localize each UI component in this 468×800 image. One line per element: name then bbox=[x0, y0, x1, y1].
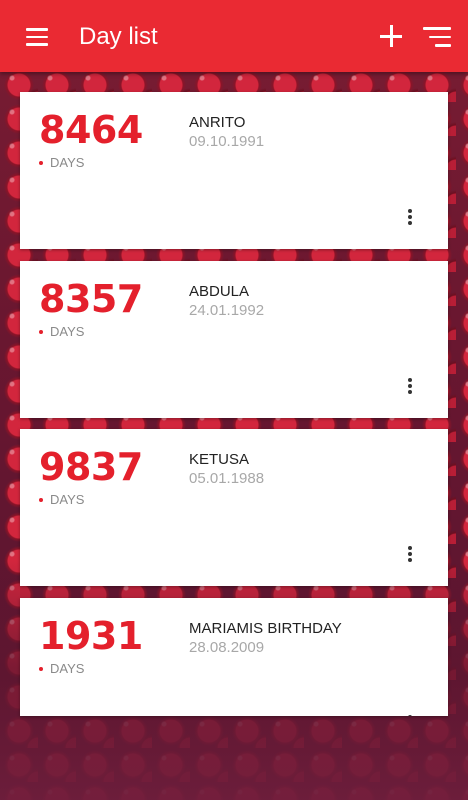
event-date: 24.01.1992 bbox=[189, 302, 265, 319]
more-options-icon[interactable] bbox=[405, 546, 415, 564]
day-card[interactable]: 8464 DAYS ANRITO 09.10.1991 bbox=[20, 92, 448, 249]
days-label: DAYS bbox=[39, 155, 84, 171]
day-card[interactable]: 9837 DAYS KETUSA 05.01.1988 bbox=[20, 429, 448, 586]
bullet-dot-icon bbox=[39, 497, 43, 502]
event-date: 28.08.2009 bbox=[189, 639, 265, 656]
event-date: 05.01.1988 bbox=[189, 470, 265, 487]
bullet-dot-icon bbox=[39, 666, 43, 671]
day-count: 9837 bbox=[39, 445, 143, 489]
days-unit: DAYS bbox=[50, 324, 85, 339]
day-card[interactable]: 8357 DAYS ABDULA 24.01.1992 bbox=[20, 261, 448, 418]
event-name: ABDULA bbox=[189, 283, 250, 300]
days-label: DAYS bbox=[39, 661, 84, 677]
day-count: 8464 bbox=[39, 108, 143, 152]
day-count: 8357 bbox=[39, 277, 143, 321]
event-name: ANRITO bbox=[189, 114, 246, 131]
days-label: DAYS bbox=[39, 492, 84, 508]
event-date: 09.10.1991 bbox=[189, 133, 265, 150]
days-label: DAYS bbox=[39, 324, 84, 340]
more-options-icon[interactable] bbox=[405, 378, 415, 396]
bullet-dot-icon bbox=[39, 160, 43, 165]
days-unit: DAYS bbox=[50, 492, 85, 507]
day-card[interactable]: 1931 DAYS MARIAMIS BIRTHDAY 28.08.2009 bbox=[20, 598, 448, 716]
day-count: 1931 bbox=[39, 614, 143, 658]
add-icon[interactable] bbox=[380, 25, 402, 47]
days-unit: DAYS bbox=[50, 661, 85, 676]
more-options-icon[interactable] bbox=[405, 715, 415, 716]
days-unit: DAYS bbox=[50, 155, 85, 170]
page-title: Day list bbox=[79, 23, 158, 50]
app-bar: Day list bbox=[0, 0, 468, 72]
more-options-icon[interactable] bbox=[405, 209, 415, 227]
bullet-dot-icon bbox=[39, 329, 43, 334]
event-name: KETUSA bbox=[189, 451, 250, 468]
event-name: MARIAMIS BIRTHDAY bbox=[189, 620, 342, 637]
menu-icon[interactable] bbox=[26, 28, 48, 46]
sort-icon[interactable] bbox=[423, 27, 451, 47]
